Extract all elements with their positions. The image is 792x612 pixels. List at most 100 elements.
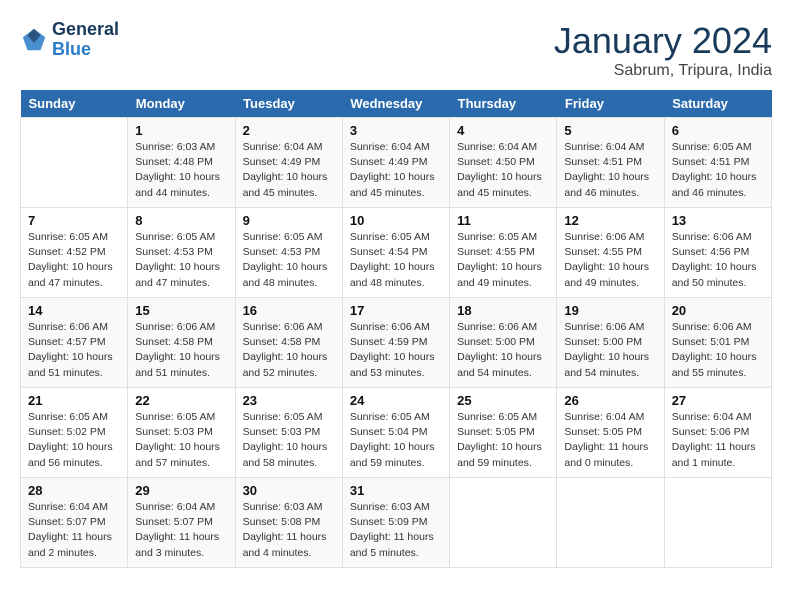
day-info: Sunrise: 6:03 AM Sunset: 4:48 PM Dayligh… [135, 140, 227, 201]
logo-text: General Blue [52, 20, 119, 60]
day-number: 25 [457, 393, 549, 408]
calendar-cell: 23 Sunrise: 6:05 AM Sunset: 5:03 PM Dayli… [235, 388, 342, 478]
day-number: 21 [28, 393, 120, 408]
calendar-cell: 1 Sunrise: 6:03 AM Sunset: 4:48 PM Daylig… [128, 118, 235, 208]
day-number: 3 [350, 123, 442, 138]
day-number: 26 [564, 393, 656, 408]
day-number: 17 [350, 303, 442, 318]
calendar-cell [450, 478, 557, 568]
day-info: Sunrise: 6:05 AM Sunset: 5:03 PM Dayligh… [135, 410, 227, 471]
day-info: Sunrise: 6:06 AM Sunset: 4:59 PM Dayligh… [350, 320, 442, 381]
day-info: Sunrise: 6:05 AM Sunset: 4:53 PM Dayligh… [243, 230, 335, 291]
day-info: Sunrise: 6:04 AM Sunset: 5:06 PM Dayligh… [672, 410, 764, 471]
day-info: Sunrise: 6:06 AM Sunset: 4:57 PM Dayligh… [28, 320, 120, 381]
calendar-cell: 30 Sunrise: 6:03 AM Sunset: 5:08 PM Dayli… [235, 478, 342, 568]
calendar-cell: 24 Sunrise: 6:05 AM Sunset: 5:04 PM Dayli… [342, 388, 449, 478]
logo-icon [20, 26, 48, 54]
day-info: Sunrise: 6:06 AM Sunset: 4:56 PM Dayligh… [672, 230, 764, 291]
calendar-cell: 17 Sunrise: 6:06 AM Sunset: 4:59 PM Dayli… [342, 298, 449, 388]
weekday-header-friday: Friday [557, 90, 664, 118]
day-info: Sunrise: 6:05 AM Sunset: 4:54 PM Dayligh… [350, 230, 442, 291]
weekday-header-row: SundayMondayTuesdayWednesdayThursdayFrid… [21, 90, 772, 118]
day-number: 31 [350, 483, 442, 498]
day-number: 14 [28, 303, 120, 318]
calendar-cell [21, 118, 128, 208]
day-info: Sunrise: 6:06 AM Sunset: 5:00 PM Dayligh… [564, 320, 656, 381]
calendar-table: SundayMondayTuesdayWednesdayThursdayFrid… [20, 90, 772, 568]
day-info: Sunrise: 6:05 AM Sunset: 4:53 PM Dayligh… [135, 230, 227, 291]
day-number: 18 [457, 303, 549, 318]
calendar-cell: 9 Sunrise: 6:05 AM Sunset: 4:53 PM Daylig… [235, 208, 342, 298]
day-info: Sunrise: 6:04 AM Sunset: 5:07 PM Dayligh… [28, 500, 120, 561]
calendar-cell [664, 478, 771, 568]
calendar-cell: 18Sunrise: 6:06 AM Sunset: 5:00 PM Dayli… [450, 298, 557, 388]
location-subtitle: Sabrum, Tripura, India [554, 62, 772, 80]
day-number: 28 [28, 483, 120, 498]
day-info: Sunrise: 6:04 AM Sunset: 5:05 PM Dayligh… [564, 410, 656, 471]
day-number: 4 [457, 123, 549, 138]
logo: General Blue [20, 20, 119, 60]
day-info: Sunrise: 6:05 AM Sunset: 4:51 PM Dayligh… [672, 140, 764, 201]
day-info: Sunrise: 6:05 AM Sunset: 4:55 PM Dayligh… [457, 230, 549, 291]
day-number: 9 [243, 213, 335, 228]
day-number: 24 [350, 393, 442, 408]
day-number: 16 [243, 303, 335, 318]
day-info: Sunrise: 6:05 AM Sunset: 5:05 PM Dayligh… [457, 410, 549, 471]
calendar-cell: 6Sunrise: 6:05 AM Sunset: 4:51 PM Daylig… [664, 118, 771, 208]
calendar-cell: 10Sunrise: 6:05 AM Sunset: 4:54 PM Dayli… [342, 208, 449, 298]
calendar-cell: 8 Sunrise: 6:05 AM Sunset: 4:53 PM Daylig… [128, 208, 235, 298]
day-number: 22 [135, 393, 227, 408]
week-row-3: 14 Sunrise: 6:06 AM Sunset: 4:57 PM Dayli… [21, 298, 772, 388]
day-number: 23 [243, 393, 335, 408]
weekday-header-tuesday: Tuesday [235, 90, 342, 118]
calendar-cell: 25 Sunrise: 6:05 AM Sunset: 5:05 PM Dayli… [450, 388, 557, 478]
day-number: 2 [243, 123, 335, 138]
day-number: 15 [135, 303, 227, 318]
day-info: Sunrise: 6:06 AM Sunset: 4:58 PM Dayligh… [243, 320, 335, 381]
weekday-header-monday: Monday [128, 90, 235, 118]
calendar-cell: 19 Sunrise: 6:06 AM Sunset: 5:00 PM Dayli… [557, 298, 664, 388]
calendar-cell: 3 Sunrise: 6:04 AM Sunset: 4:49 PM Daylig… [342, 118, 449, 208]
calendar-cell: 29Sunrise: 6:04 AM Sunset: 5:07 PM Dayli… [128, 478, 235, 568]
title-block: January 2024 Sabrum, Tripura, India [554, 20, 772, 80]
calendar-cell: 20 Sunrise: 6:06 AM Sunset: 5:01 PM Dayli… [664, 298, 771, 388]
day-number: 20 [672, 303, 764, 318]
calendar-cell: 11 Sunrise: 6:05 AM Sunset: 4:55 PM Dayli… [450, 208, 557, 298]
day-info: Sunrise: 6:05 AM Sunset: 4:52 PM Dayligh… [28, 230, 120, 291]
day-info: Sunrise: 6:06 AM Sunset: 5:01 PM Dayligh… [672, 320, 764, 381]
day-info: Sunrise: 6:05 AM Sunset: 5:03 PM Dayligh… [243, 410, 335, 471]
calendar-cell: 14 Sunrise: 6:06 AM Sunset: 4:57 PM Dayli… [21, 298, 128, 388]
month-title: January 2024 [554, 20, 772, 62]
day-info: Sunrise: 6:03 AM Sunset: 5:08 PM Dayligh… [243, 500, 335, 561]
day-number: 5 [564, 123, 656, 138]
day-number: 13 [672, 213, 764, 228]
day-number: 19 [564, 303, 656, 318]
day-info: Sunrise: 6:04 AM Sunset: 4:49 PM Dayligh… [350, 140, 442, 201]
day-number: 8 [135, 213, 227, 228]
calendar-cell: 28 Sunrise: 6:04 AM Sunset: 5:07 PM Dayli… [21, 478, 128, 568]
calendar-cell: 22 Sunrise: 6:05 AM Sunset: 5:03 PM Dayli… [128, 388, 235, 478]
day-number: 11 [457, 213, 549, 228]
day-number: 1 [135, 123, 227, 138]
calendar-cell: 7Sunrise: 6:05 AM Sunset: 4:52 PM Daylig… [21, 208, 128, 298]
page-header: General Blue January 2024 Sabrum, Tripur… [20, 20, 772, 80]
weekday-header-wednesday: Wednesday [342, 90, 449, 118]
week-row-4: 21Sunrise: 6:05 AM Sunset: 5:02 PM Dayli… [21, 388, 772, 478]
day-info: Sunrise: 6:04 AM Sunset: 4:51 PM Dayligh… [564, 140, 656, 201]
week-row-1: 1 Sunrise: 6:03 AM Sunset: 4:48 PM Daylig… [21, 118, 772, 208]
weekday-header-thursday: Thursday [450, 90, 557, 118]
day-info: Sunrise: 6:04 AM Sunset: 4:49 PM Dayligh… [243, 140, 335, 201]
day-number: 12 [564, 213, 656, 228]
calendar-cell: 13 Sunrise: 6:06 AM Sunset: 4:56 PM Dayli… [664, 208, 771, 298]
day-info: Sunrise: 6:04 AM Sunset: 4:50 PM Dayligh… [457, 140, 549, 201]
day-info: Sunrise: 6:05 AM Sunset: 5:04 PM Dayligh… [350, 410, 442, 471]
calendar-cell: 27 Sunrise: 6:04 AM Sunset: 5:06 PM Dayli… [664, 388, 771, 478]
day-number: 27 [672, 393, 764, 408]
calendar-cell: 15 Sunrise: 6:06 AM Sunset: 4:58 PM Dayli… [128, 298, 235, 388]
day-info: Sunrise: 6:04 AM Sunset: 5:07 PM Dayligh… [135, 500, 227, 561]
day-number: 30 [243, 483, 335, 498]
weekday-header-sunday: Sunday [21, 90, 128, 118]
day-info: Sunrise: 6:06 AM Sunset: 4:58 PM Dayligh… [135, 320, 227, 381]
day-info: Sunrise: 6:06 AM Sunset: 4:55 PM Dayligh… [564, 230, 656, 291]
weekday-header-saturday: Saturday [664, 90, 771, 118]
